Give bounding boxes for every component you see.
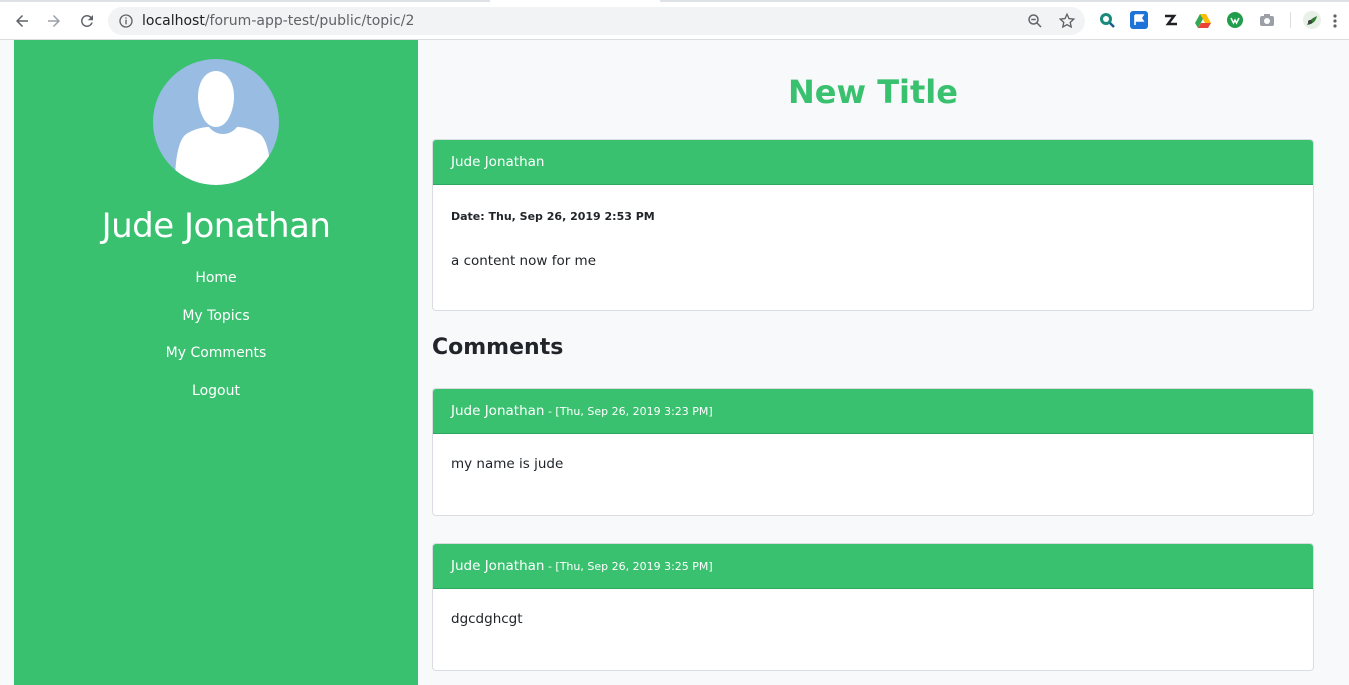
sidebar-item-my-topics: My Topics xyxy=(14,307,418,345)
avatar xyxy=(153,59,279,185)
home-link[interactable]: Home xyxy=(195,270,236,286)
toolbar-divider xyxy=(1290,12,1291,28)
topic-card: Jude Jonathan Date: Thu, Sep 26, 2019 2:… xyxy=(432,139,1314,311)
topic-author: Jude Jonathan xyxy=(433,140,1313,185)
bookmark-star-icon[interactable] xyxy=(1058,12,1076,30)
comment-timestamp: - [Thu, Sep 26, 2019 3:25 PM] xyxy=(544,560,713,573)
logout-link[interactable]: Logout xyxy=(192,383,240,399)
comment-card: Jude Jonathan - [Thu, Sep 26, 2019 3:25 … xyxy=(432,543,1314,671)
browser-menu-icon[interactable] xyxy=(1328,10,1342,32)
extension-tracker-icon[interactable] xyxy=(1162,11,1180,29)
comment-body: dgcdghcgt xyxy=(451,611,523,627)
url-host: localhost xyxy=(142,13,205,29)
sidebar: Jude Jonathan Home My Topics My Comments… xyxy=(14,40,418,685)
comment-author: Jude Jonathan xyxy=(451,558,545,574)
sidebar-menu: Home My Topics My Comments Logout xyxy=(14,269,418,419)
reload-icon[interactable] xyxy=(76,10,98,32)
comment-timestamp: - [Thu, Sep 26, 2019 3:23 PM] xyxy=(544,405,713,418)
extension-green-circle-icon[interactable] xyxy=(1226,11,1244,29)
sidebar-item-home: Home xyxy=(14,269,418,307)
camera-icon[interactable] xyxy=(1258,11,1276,29)
profile-avatar-icon[interactable] xyxy=(1303,11,1321,29)
sidebar-user-name: Jude Jonathan xyxy=(101,206,331,246)
comment-author: Jude Jonathan xyxy=(451,403,545,419)
comments-heading: Comments xyxy=(432,335,564,360)
sidebar-item-my-comments: My Comments xyxy=(14,344,418,382)
comment-card: Jude Jonathan - [Thu, Sep 26, 2019 3:23 … xyxy=(432,388,1314,516)
info-icon[interactable] xyxy=(118,13,134,29)
tab-strip xyxy=(0,0,1349,3)
my-comments-link[interactable]: My Comments xyxy=(166,345,267,361)
back-icon[interactable] xyxy=(11,10,33,32)
topic-date: Date: Thu, Sep 26, 2019 2:53 PM xyxy=(451,210,655,223)
main-area: New Title Jude Jonathan Date: Thu, Sep 2… xyxy=(432,40,1314,685)
url-text[interactable]: localhost/forum-app-test/public/topic/2 xyxy=(142,13,414,29)
my-topics-link[interactable]: My Topics xyxy=(182,308,249,324)
address-bar[interactable]: localhost/forum-app-test/public/topic/2 xyxy=(108,7,1085,35)
user-silhouette-icon xyxy=(175,71,271,185)
zoom-icon[interactable] xyxy=(1026,12,1044,30)
comment-body: my name is jude xyxy=(451,456,564,472)
forward-icon[interactable] xyxy=(43,10,65,32)
sidebar-item-logout: Logout xyxy=(14,382,418,420)
comment-header: Jude Jonathan - [Thu, Sep 26, 2019 3:23 … xyxy=(433,389,1313,434)
topic-content: a content now for me xyxy=(451,253,596,269)
page-content: Jude Jonathan Home My Topics My Comments… xyxy=(0,40,1349,685)
browser-toolbar: localhost/forum-app-test/public/topic/2 xyxy=(0,0,1349,40)
topic-title: New Title xyxy=(788,73,958,111)
extension-magnifier-icon[interactable] xyxy=(1098,11,1116,29)
extension-flag-icon[interactable] xyxy=(1130,11,1148,29)
extension-drive-icon[interactable] xyxy=(1194,11,1212,29)
comment-header: Jude Jonathan - [Thu, Sep 26, 2019 3:25 … xyxy=(433,544,1313,589)
url-path: /forum-app-test/public/topic/2 xyxy=(204,13,415,29)
